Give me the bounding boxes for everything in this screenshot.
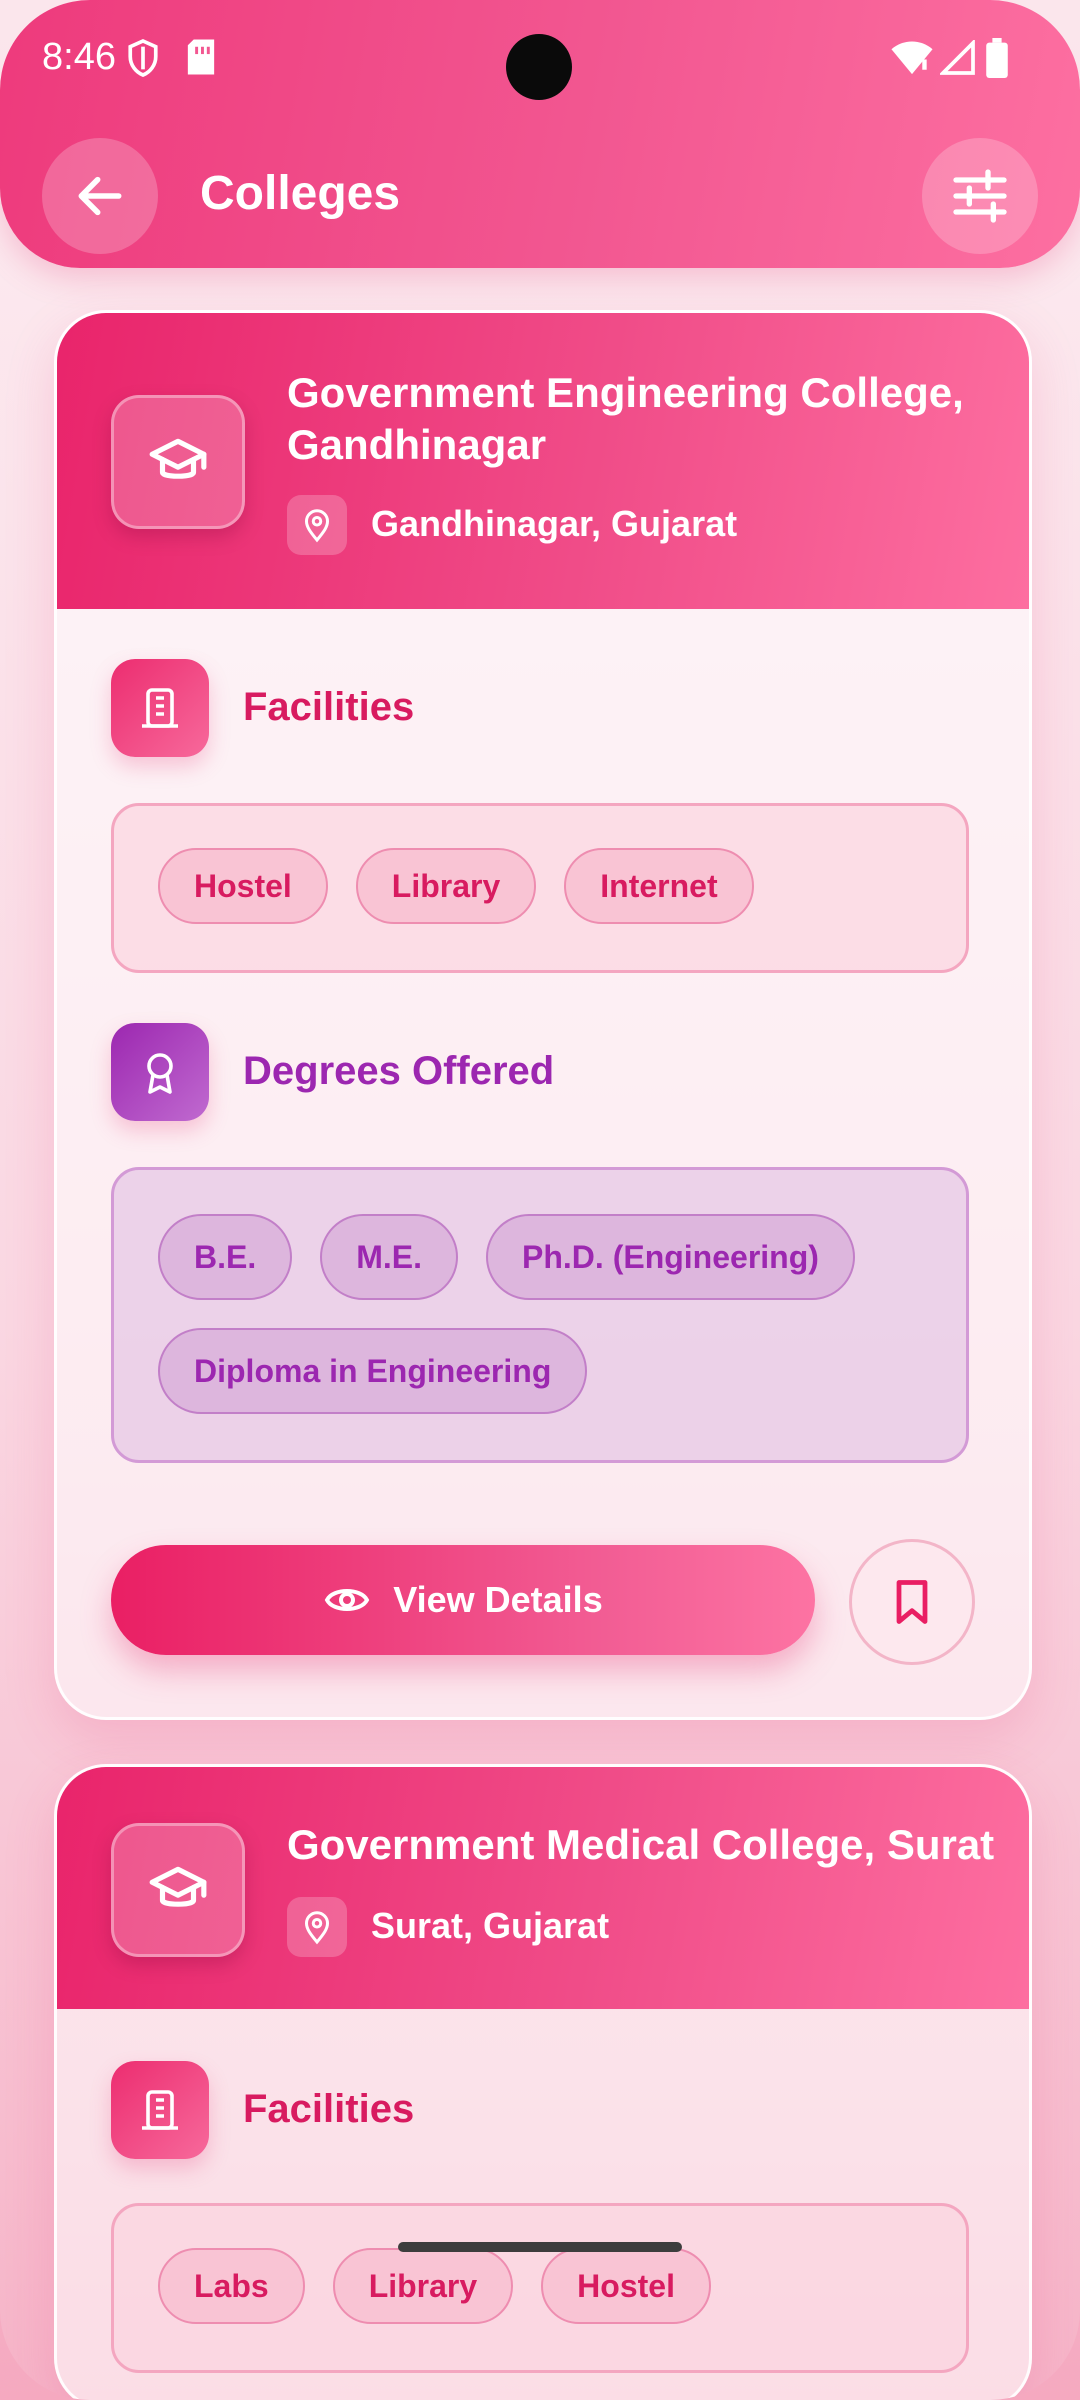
facilities-section-icon xyxy=(111,659,209,757)
college-name: Government Medical College, Surat xyxy=(287,1821,995,1868)
graduation-cap-icon xyxy=(149,438,207,479)
building-icon xyxy=(142,688,178,728)
college-name: Government Engineering College, Gandhina… xyxy=(287,367,987,471)
facilities-chip-group: Labs Library Hostel xyxy=(111,2203,969,2373)
shield-icon xyxy=(128,38,158,77)
facilities-section-icon xyxy=(111,2061,209,2159)
home-indicator[interactable] xyxy=(398,2242,682,2252)
facilities-title: Facilities xyxy=(243,685,415,729)
facility-chip: Hostel xyxy=(541,2248,711,2324)
eye-icon xyxy=(325,1589,370,1611)
location-icon-box xyxy=(287,495,347,555)
location-pin-icon xyxy=(304,1911,330,1945)
college-location: Gandhinagar, Gujarat xyxy=(371,503,738,544)
filter-button[interactable] xyxy=(922,138,1038,254)
college-name-line2: Gandhinagar xyxy=(287,421,547,468)
facility-chip: Internet xyxy=(564,848,754,924)
filter-sliders-icon xyxy=(953,169,1007,223)
facility-chip: Labs xyxy=(158,2248,305,2324)
location-icon-box xyxy=(287,1897,347,1957)
graduation-cap-icon xyxy=(149,1866,207,1907)
college-card-header: Government Engineering College, Gandhina… xyxy=(57,313,1029,609)
bookmark-button[interactable] xyxy=(849,1539,975,1665)
degrees-chip-group: B.E. M.E. Ph.D. (Engineering) Diploma in… xyxy=(111,1167,969,1463)
app-header: 8:46 Colleges xyxy=(0,0,1080,268)
college-icon xyxy=(111,395,245,529)
college-card-header: Government Medical College, Surat Surat,… xyxy=(57,1767,1029,2009)
award-badge-icon xyxy=(147,1053,173,1094)
screen: 8:46 Colleges Government Engineering Col… xyxy=(0,0,1080,2400)
college-card: Government Medical College, Surat Surat,… xyxy=(54,1764,1032,2400)
facilities-title: Facilities xyxy=(243,2087,415,2131)
facility-chip: Library xyxy=(332,2248,514,2324)
building-icon xyxy=(142,2090,178,2130)
view-details-label: View Details xyxy=(393,1579,603,1620)
battery-icon xyxy=(986,38,1008,78)
college-icon xyxy=(111,1823,245,1957)
degree-chip: B.E. xyxy=(158,1214,293,1300)
camera-cutout xyxy=(506,34,572,100)
back-button[interactable] xyxy=(42,138,158,254)
facility-chip: Hostel xyxy=(158,848,328,924)
location-pin-icon xyxy=(304,509,330,543)
degrees-title: Degrees Offered xyxy=(243,1049,555,1093)
degree-chip: Diploma in Engineering xyxy=(158,1328,588,1414)
page-title: Colleges xyxy=(200,167,401,220)
back-arrow-icon xyxy=(78,176,122,216)
degree-chip: Ph.D. (Engineering) xyxy=(486,1214,855,1300)
bookmark-icon xyxy=(896,1580,928,1624)
sim-card-icon xyxy=(187,39,215,75)
degrees-section-icon xyxy=(111,1023,209,1121)
degree-chip: M.E. xyxy=(320,1214,459,1300)
view-details-button[interactable]: View Details xyxy=(111,1545,815,1655)
facilities-chip-group: Hostel Library Internet xyxy=(111,803,969,973)
cell-signal-icon xyxy=(940,40,975,75)
college-location: Surat, Gujarat xyxy=(371,1905,610,1946)
status-time: 8:46 xyxy=(42,36,116,78)
wifi-icon xyxy=(891,41,933,75)
college-name-line1: Government Engineering College, xyxy=(287,369,964,416)
facility-chip: Library xyxy=(355,848,537,924)
college-card: Government Engineering College, Gandhina… xyxy=(54,310,1032,1720)
